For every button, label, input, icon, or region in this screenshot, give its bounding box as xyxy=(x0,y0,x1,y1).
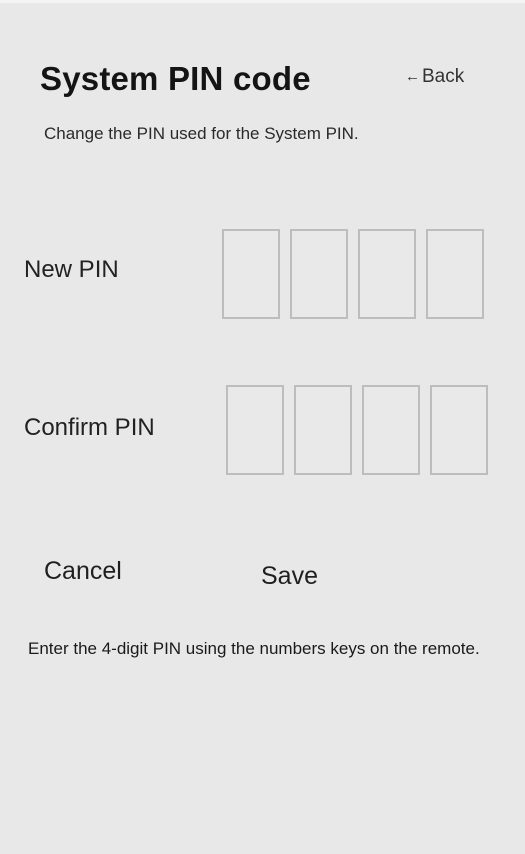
confirm-pin-digit-3[interactable] xyxy=(362,385,420,475)
new-pin-label: New PIN xyxy=(24,256,119,283)
page-subtitle: Change the PIN used for the System PIN. xyxy=(44,124,359,143)
back-arrow-icon: ← xyxy=(405,68,420,85)
new-pin-inputs xyxy=(222,229,484,319)
confirm-pin-digit-1[interactable] xyxy=(226,385,284,475)
confirm-pin-label: Confirm PIN xyxy=(24,414,155,441)
new-pin-digit-3[interactable] xyxy=(358,229,416,319)
new-pin-digit-2[interactable] xyxy=(290,229,348,319)
confirm-pin-digit-2[interactable] xyxy=(294,385,352,475)
confirm-pin-digit-4[interactable] xyxy=(430,385,488,475)
new-pin-digit-4[interactable] xyxy=(426,229,484,319)
page-title: System PIN code xyxy=(40,60,311,97)
back-button[interactable]: ← Back xyxy=(405,66,464,88)
back-label: Back xyxy=(422,66,465,87)
cancel-button[interactable]: Cancel xyxy=(44,557,122,586)
top-edge-divider xyxy=(0,0,525,3)
save-button[interactable]: Save xyxy=(261,562,318,591)
confirm-pin-inputs xyxy=(226,385,488,475)
new-pin-digit-1[interactable] xyxy=(222,229,280,319)
pin-entry-hint: Enter the 4-digit PIN using the numbers … xyxy=(28,639,480,658)
